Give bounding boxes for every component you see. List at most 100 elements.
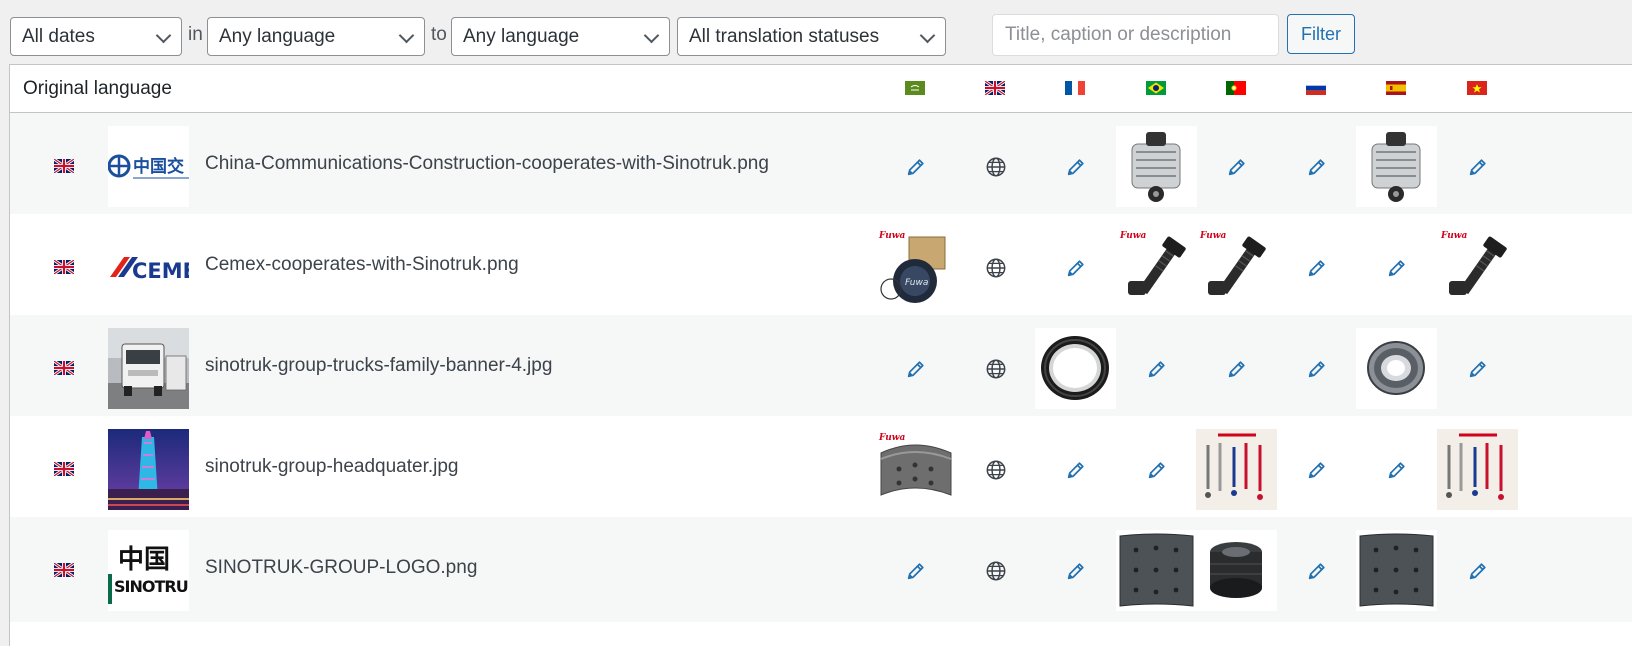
table-row: 中国 SINOTRUK SINOTRUK-GROUP-LOGO.png bbox=[10, 517, 1632, 622]
pencil-icon bbox=[1226, 156, 1248, 178]
translated-image-pt-br[interactable]: Fuwa bbox=[1116, 227, 1197, 308]
edit-translation-ru[interactable] bbox=[1276, 530, 1357, 611]
pencil-icon bbox=[1146, 459, 1168, 481]
chevron-down-icon bbox=[155, 27, 172, 44]
product-image: Fuwa bbox=[1196, 227, 1277, 308]
product-image: Fuwa bbox=[875, 429, 956, 510]
media-thumbnail[interactable]: 中国 SINOTRUK bbox=[108, 530, 189, 611]
translated-image-es[interactable] bbox=[1356, 530, 1437, 611]
flag-icon-en bbox=[53, 157, 75, 175]
translated-image-vi[interactable] bbox=[1437, 429, 1518, 510]
original-language-marker-en bbox=[955, 530, 1036, 611]
edit-translation-vi[interactable] bbox=[1437, 126, 1518, 207]
media-filename: sinotruk-group-trucks-family-banner-4.jp… bbox=[205, 355, 553, 376]
media-filename: sinotruk-group-headquater.jpg bbox=[205, 456, 459, 477]
edit-translation-ru[interactable] bbox=[1276, 227, 1357, 308]
media-translation-table: Original language 中国交 China-Communication… bbox=[9, 64, 1632, 646]
edit-translation-pt-pt[interactable] bbox=[1196, 328, 1277, 409]
translated-image-pt-br[interactable] bbox=[1116, 126, 1197, 207]
edit-translation-fr[interactable] bbox=[1035, 429, 1116, 510]
pencil-icon bbox=[1386, 257, 1408, 279]
media-thumbnail[interactable] bbox=[108, 429, 189, 510]
globe-icon bbox=[985, 156, 1007, 178]
translation-status-value: All translation statuses bbox=[689, 26, 880, 47]
edit-translation-fr[interactable] bbox=[1035, 227, 1116, 308]
translated-image-vi[interactable]: Fuwa bbox=[1437, 227, 1518, 308]
pencil-icon bbox=[1306, 358, 1328, 380]
filter-button[interactable]: Filter bbox=[1287, 14, 1355, 54]
to-label: to bbox=[431, 24, 447, 45]
globe-icon bbox=[985, 358, 1007, 380]
flag-icon-en bbox=[53, 258, 75, 276]
product-image: Fuwa bbox=[1116, 227, 1197, 308]
dates-select-value: All dates bbox=[22, 26, 95, 47]
media-thumbnail[interactable] bbox=[108, 328, 189, 409]
product-image: Fuwa Fuwa bbox=[875, 227, 956, 308]
edit-translation-pt-pt[interactable] bbox=[1196, 126, 1277, 207]
pencil-icon bbox=[905, 560, 927, 582]
edit-translation-ru[interactable] bbox=[1276, 126, 1357, 207]
edit-translation-vi[interactable] bbox=[1437, 328, 1518, 409]
original-language-header: Original language bbox=[23, 78, 172, 99]
source-language-select[interactable]: Any language bbox=[207, 17, 425, 56]
product-image bbox=[1116, 126, 1197, 207]
table-header: Original language bbox=[10, 65, 1632, 113]
edit-translation-ru[interactable] bbox=[1276, 328, 1357, 409]
svg-text:Fuwa: Fuwa bbox=[878, 433, 906, 443]
original-language-marker-en bbox=[955, 227, 1036, 308]
globe-icon bbox=[985, 257, 1007, 279]
table-row: sinotruk-group-trucks-family-banner-4.jp… bbox=[10, 315, 1632, 420]
media-thumbnail[interactable]: CEME bbox=[108, 227, 189, 308]
edit-translation-pt-br[interactable] bbox=[1116, 429, 1197, 510]
chevron-down-icon bbox=[398, 27, 415, 44]
product-image bbox=[1035, 328, 1116, 409]
flag-icon-ar bbox=[905, 81, 925, 95]
chevron-down-icon bbox=[919, 27, 936, 44]
edit-translation-es[interactable] bbox=[1356, 227, 1437, 308]
translated-image-pt-pt[interactable] bbox=[1196, 530, 1277, 611]
search-input[interactable] bbox=[992, 14, 1279, 56]
original-language-marker-en bbox=[955, 328, 1036, 409]
translated-image-es[interactable] bbox=[1356, 328, 1437, 409]
edit-translation-fr[interactable] bbox=[1035, 126, 1116, 207]
translated-image-es[interactable] bbox=[1356, 126, 1437, 207]
pencil-icon bbox=[1146, 358, 1168, 380]
svg-text:Fuwa: Fuwa bbox=[878, 231, 906, 241]
translated-image-fr[interactable] bbox=[1035, 328, 1116, 409]
dates-select[interactable]: All dates bbox=[10, 17, 182, 56]
in-label: in bbox=[188, 24, 203, 45]
svg-text:SINOTRUK: SINOTRUK bbox=[114, 577, 189, 596]
svg-text:中国: 中国 bbox=[118, 545, 170, 575]
translation-status-select[interactable]: All translation statuses bbox=[677, 17, 946, 56]
edit-translation-ru[interactable] bbox=[1276, 429, 1357, 510]
pencil-icon bbox=[1467, 156, 1489, 178]
product-image bbox=[1437, 429, 1518, 510]
translated-image-ar[interactable]: Fuwa Fuwa bbox=[875, 227, 956, 308]
edit-translation-vi[interactable] bbox=[1437, 530, 1518, 611]
source-language-value: Any language bbox=[219, 26, 336, 47]
flag-icon-ru bbox=[1305, 80, 1327, 95]
edit-translation-ar[interactable] bbox=[875, 530, 956, 611]
pencil-icon bbox=[1386, 459, 1408, 481]
pencil-icon bbox=[1065, 560, 1087, 582]
edit-translation-ar[interactable] bbox=[875, 126, 956, 207]
translated-image-pt-pt[interactable]: Fuwa bbox=[1196, 227, 1277, 308]
svg-text:中国交: 中国交 bbox=[133, 156, 184, 177]
table-row: sinotruk-group-headquater.jpg Fuwa bbox=[10, 416, 1632, 521]
target-language-value: Any language bbox=[463, 26, 580, 47]
media-filename: SINOTRUK-GROUP-LOGO.png bbox=[205, 557, 478, 578]
svg-text:Fuwa: Fuwa bbox=[1199, 231, 1227, 241]
media-thumbnail[interactable]: 中国交 bbox=[108, 126, 189, 207]
edit-translation-pt-br[interactable] bbox=[1116, 328, 1197, 409]
edit-translation-ar[interactable] bbox=[875, 328, 956, 409]
translated-image-pt-pt[interactable] bbox=[1196, 429, 1277, 510]
translated-image-ar[interactable]: Fuwa bbox=[875, 429, 956, 510]
filter-bar: All dates in Any language to Any languag… bbox=[10, 14, 1632, 58]
pencil-icon bbox=[1306, 257, 1328, 279]
translated-image-pt-br[interactable] bbox=[1116, 530, 1197, 611]
pencil-icon bbox=[1065, 459, 1087, 481]
edit-translation-fr[interactable] bbox=[1035, 530, 1116, 611]
edit-translation-es[interactable] bbox=[1356, 429, 1437, 510]
flag-icon-vi bbox=[1467, 81, 1487, 95]
target-language-select[interactable]: Any language bbox=[451, 17, 670, 56]
